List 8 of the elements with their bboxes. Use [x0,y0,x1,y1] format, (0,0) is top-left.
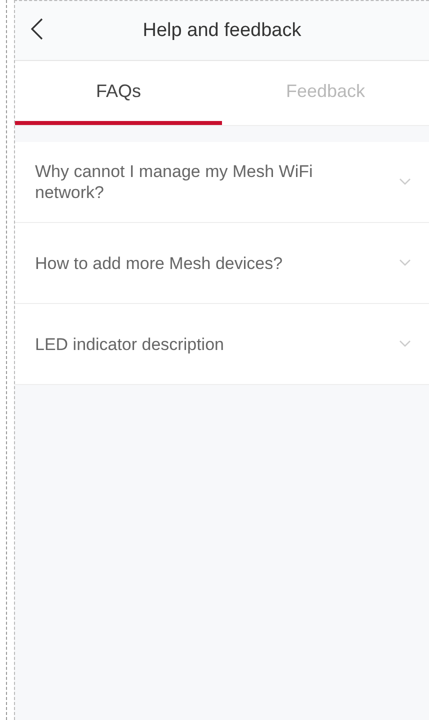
faq-question: How to add more Mesh devices? [35,252,284,274]
faq-question: LED indicator description [35,334,225,354]
back-icon[interactable] [31,18,43,40]
faq-item[interactable]: How to add more Mesh devices? [15,223,429,304]
page-title: Help and feedback [142,20,302,42]
faq-item[interactable]: LED indicator description [15,304,429,385]
faq-question: Why cannot I manage my Mesh WiFi network? [35,161,314,203]
faq-item[interactable]: Why cannot I manage my Mesh WiFi network? [15,142,429,223]
